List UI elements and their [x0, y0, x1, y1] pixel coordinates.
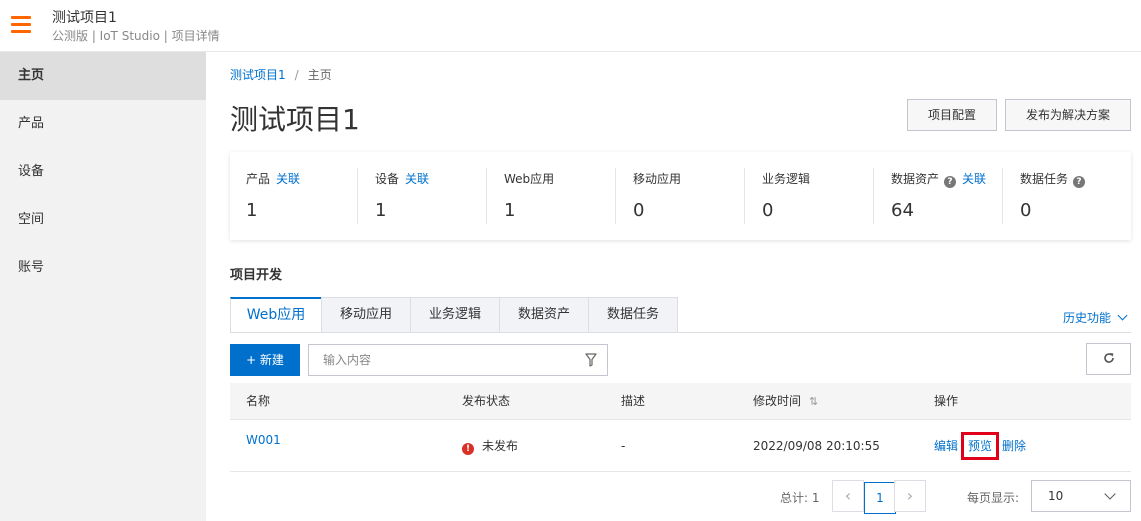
history-features-dropdown[interactable]: 历史功能 [1063, 309, 1128, 326]
tab-data-assets[interactable]: 数据资产 [499, 297, 589, 333]
help-icon[interactable]: ? [944, 176, 957, 188]
project-subtitle: 公测版 | IoT Studio | 项目详情 [52, 29, 220, 43]
sort-icon[interactable]: ⇅ [809, 383, 818, 420]
publish-solution-button[interactable]: 发布为解决方案 [1005, 99, 1131, 131]
new-button[interactable]: + 新建 [230, 344, 300, 376]
section-title-project-dev: 项目开发 [230, 268, 283, 283]
chevron-right-icon: › [906, 486, 914, 505]
chevron-down-icon [1117, 310, 1128, 321]
stat-link-associate[interactable]: 关联 [962, 172, 986, 186]
stat-label: 产品 [246, 172, 271, 186]
stat-divider [1002, 168, 1003, 224]
stat-products: 产品 关联 1 [230, 152, 358, 240]
help-icon[interactable]: ? [1073, 176, 1086, 188]
edit-action[interactable]: 编辑 [934, 439, 958, 453]
hamburger-menu-icon[interactable] [11, 16, 31, 34]
tab-web-apps[interactable]: Web应用 [230, 297, 322, 333]
stat-label: Web应用 [504, 172, 555, 186]
refresh-button[interactable] [1086, 343, 1131, 375]
tab-divider [230, 332, 1131, 333]
per-page-select[interactable]: 10 [1031, 480, 1131, 512]
stat-divider [873, 168, 874, 224]
stat-divider [486, 168, 487, 224]
stat-value: 0 [633, 200, 645, 221]
search-box [308, 344, 608, 376]
actions-cell: 编辑 预览 删除 [934, 420, 1026, 472]
sidebar-item-spaces[interactable]: 空间 [0, 196, 206, 244]
chevron-down-icon [1104, 488, 1116, 500]
stat-value: 1 [504, 200, 516, 221]
project-title: 测试项目1 [52, 10, 117, 26]
sidebar-item-devices[interactable]: 设备 [0, 148, 206, 196]
stat-value: 1 [375, 200, 387, 221]
stat-link-associate[interactable]: 关联 [405, 172, 429, 186]
delete-action[interactable]: 删除 [1002, 439, 1026, 453]
stat-label: 业务逻辑 [762, 172, 811, 186]
stat-label: 移动应用 [633, 172, 682, 186]
refresh-icon [1103, 353, 1114, 363]
stat-data-tasks: 数据任务? 0 [1004, 152, 1132, 240]
column-description: 描述 [621, 394, 646, 408]
column-actions: 操作 [934, 394, 959, 408]
app-name-link[interactable]: W001 [246, 433, 281, 447]
stat-business-logic: 业务逻辑 0 [746, 152, 874, 240]
page-title: 测试项目1 [230, 103, 360, 136]
breadcrumb: 测试项目1 / 主页 [230, 66, 332, 83]
search-input[interactable] [309, 345, 569, 375]
filter-icon[interactable] [585, 353, 597, 367]
status-cell: ! 未发布 [462, 420, 518, 472]
history-features-label: 历史功能 [1063, 311, 1112, 325]
prev-page-button[interactable]: ‹ [832, 480, 864, 512]
sidebar-item-home[interactable]: 主页 [0, 52, 206, 100]
page-number-button[interactable]: 1 [864, 482, 896, 514]
stat-value: 64 [891, 200, 914, 221]
breadcrumb-current: 主页 [307, 68, 332, 82]
top-bar: 测试项目1 公测版 | IoT Studio | 项目详情 [0, 0, 1141, 52]
table-row: W001 ! 未发布 - 2022/09/08 20:10:55 编辑 预览 删除 [230, 420, 1131, 472]
web-app-table: 名称 发布状态 描述 修改时间 ⇅ 操作 W001 ! 未发布 - 2022/09/… [230, 383, 1131, 472]
column-modified-label: 修改时间 [753, 394, 802, 408]
project-config-button[interactable]: 项目配置 [907, 99, 997, 131]
tab-business-logic[interactable]: 业务逻辑 [410, 297, 500, 333]
stat-data-assets: 数据资产? 关联 64 [875, 152, 1003, 240]
pagination-total: 总计: 1 [780, 491, 820, 505]
per-page-label: 每页显示: [967, 491, 1020, 505]
table-header: 名称 发布状态 描述 修改时间 ⇅ 操作 [230, 383, 1131, 420]
sidebar: 主页 产品 设备 空间 账号 [0, 52, 206, 521]
stat-link-associate[interactable]: 关联 [276, 172, 300, 186]
next-page-button[interactable]: › [894, 480, 926, 512]
stat-mobile-apps: 移动应用 0 [617, 152, 745, 240]
stat-divider [615, 168, 616, 224]
tab-data-tasks[interactable]: 数据任务 [588, 297, 678, 333]
preview-action[interactable]: 预览 [961, 432, 1000, 460]
sidebar-item-accounts[interactable]: 账号 [0, 244, 206, 292]
stat-label: 数据任务 [1020, 172, 1069, 186]
sidebar-item-products[interactable]: 产品 [0, 100, 206, 148]
breadcrumb-project-link[interactable]: 测试项目1 [230, 68, 286, 82]
column-modified[interactable]: 修改时间 ⇅ [753, 383, 818, 420]
stat-value: 0 [762, 200, 774, 221]
main-content: 测试项目1/主页 测试项目1 项目配置 发布为解决方案 产品 关联 1 设备 关联 … [206, 52, 1141, 521]
description-cell: - [621, 439, 626, 453]
stat-web-apps: Web应用 1 [488, 152, 616, 240]
stat-divider [744, 168, 745, 224]
stats-card: 产品 关联 1 设备 关联 1 Web应用 1 移动应用 0 业务逻辑 0 数据资产… [230, 152, 1131, 240]
breadcrumb-separator: / [294, 68, 299, 82]
status-text: 未发布 [482, 439, 519, 453]
stat-value: 1 [246, 200, 258, 221]
stat-label: 数据资产 [891, 172, 940, 186]
chevron-left-icon: ‹ [844, 486, 852, 505]
error-icon: ! [462, 443, 474, 455]
stat-devices: 设备 关联 1 [359, 152, 487, 240]
modified-time-cell: 2022/09/08 20:10:55 [753, 439, 880, 453]
stat-label: 设备 [375, 172, 400, 186]
per-page-value: 10 [1048, 489, 1064, 503]
tab-mobile-apps[interactable]: 移动应用 [321, 297, 411, 333]
column-status: 发布状态 [462, 394, 511, 408]
stat-value: 0 [1020, 200, 1032, 221]
stat-divider [357, 168, 358, 224]
